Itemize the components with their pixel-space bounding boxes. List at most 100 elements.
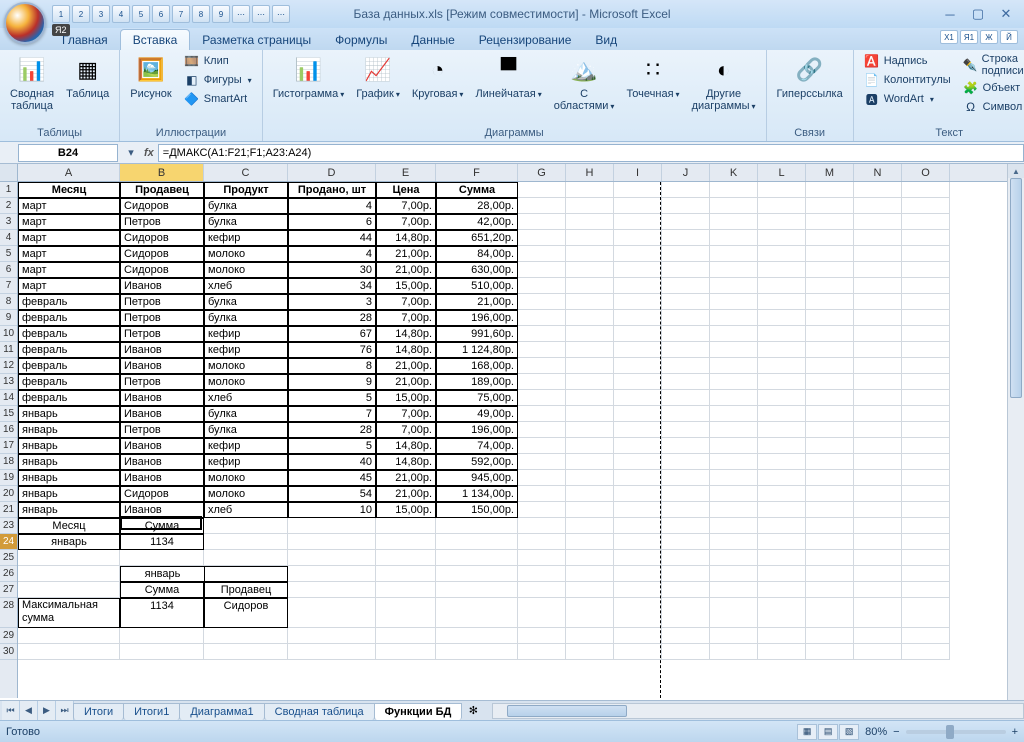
cell-N29[interactable] xyxy=(854,628,902,644)
cell-A28[interactable]: Максимальная сумма xyxy=(18,598,120,628)
cell-B26[interactable]: январь xyxy=(120,566,204,582)
cell-J2[interactable] xyxy=(662,198,710,214)
cell-L2[interactable] xyxy=(758,198,806,214)
cell-B23[interactable]: Сумма xyxy=(120,518,204,534)
cell-J19[interactable] xyxy=(662,470,710,486)
cell-J12[interactable] xyxy=(662,358,710,374)
ribbon-tab-1[interactable]: Вставка xyxy=(120,29,191,50)
cell-A1[interactable]: Месяц xyxy=(18,182,120,198)
cell-L9[interactable] xyxy=(758,310,806,326)
cell-G24[interactable] xyxy=(518,534,566,550)
cell-H11[interactable] xyxy=(566,342,614,358)
cell-C16[interactable]: булка xyxy=(204,422,288,438)
qat-item-6[interactable]: 7 xyxy=(172,5,190,23)
cell-D1[interactable]: Продано, шт xyxy=(288,182,376,198)
cell-K15[interactable] xyxy=(710,406,758,422)
cell-D3[interactable]: 6 xyxy=(288,214,376,230)
row-header-3[interactable]: 3 xyxy=(0,214,17,230)
cell-N24[interactable] xyxy=(854,534,902,550)
cell-D21[interactable]: 10 xyxy=(288,502,376,518)
cell-H23[interactable] xyxy=(566,518,614,534)
cell-G12[interactable] xyxy=(518,358,566,374)
zoom-out-button[interactable]: − xyxy=(893,726,899,738)
cell-N11[interactable] xyxy=(854,342,902,358)
cell-A15[interactable]: январь xyxy=(18,406,120,422)
cell-E12[interactable]: 21,00р. xyxy=(376,358,436,374)
cell-N21[interactable] xyxy=(854,502,902,518)
cell-O28[interactable] xyxy=(902,598,950,628)
cell-B18[interactable]: Иванов xyxy=(120,454,204,470)
cell-O19[interactable] xyxy=(902,470,950,486)
cell-D6[interactable]: 30 xyxy=(288,262,376,278)
cell-A3[interactable]: март xyxy=(18,214,120,230)
col-header-G[interactable]: G xyxy=(518,164,566,181)
cell-K4[interactable] xyxy=(710,230,758,246)
cell-H21[interactable] xyxy=(566,502,614,518)
cell-E30[interactable] xyxy=(376,644,436,660)
cell-I24[interactable] xyxy=(614,534,662,550)
cell-J23[interactable] xyxy=(662,518,710,534)
cell-F17[interactable]: 74,00р. xyxy=(436,438,518,454)
cell-N26[interactable] xyxy=(854,566,902,582)
cell-F24[interactable] xyxy=(436,534,518,550)
cell-B15[interactable]: Иванов xyxy=(120,406,204,422)
cell-G23[interactable] xyxy=(518,518,566,534)
cell-N12[interactable] xyxy=(854,358,902,374)
cell-B20[interactable]: Сидоров xyxy=(120,486,204,502)
cell-E16[interactable]: 7,00р. xyxy=(376,422,436,438)
cell-M18[interactable] xyxy=(806,454,854,470)
cell-J3[interactable] xyxy=(662,214,710,230)
cell-M19[interactable] xyxy=(806,470,854,486)
cell-H17[interactable] xyxy=(566,438,614,454)
cell-L17[interactable] xyxy=(758,438,806,454)
cell-N14[interactable] xyxy=(854,390,902,406)
cell-D29[interactable] xyxy=(288,628,376,644)
wordart-button[interactable]: 🅰WordArt▾ xyxy=(860,90,955,108)
zoom-slider[interactable] xyxy=(906,730,1006,734)
cell-N19[interactable] xyxy=(854,470,902,486)
cell-H7[interactable] xyxy=(566,278,614,294)
cell-E29[interactable] xyxy=(376,628,436,644)
cell-M13[interactable] xyxy=(806,374,854,390)
cell-J13[interactable] xyxy=(662,374,710,390)
cell-E3[interactable]: 7,00р. xyxy=(376,214,436,230)
cell-C27[interactable]: Продавец xyxy=(204,582,288,598)
cell-J14[interactable] xyxy=(662,390,710,406)
qat-item-7[interactable]: 8 xyxy=(192,5,210,23)
normal-view-button[interactable]: ▦ xyxy=(797,724,817,740)
cell-L5[interactable] xyxy=(758,246,806,262)
cell-J9[interactable] xyxy=(662,310,710,326)
cell-K21[interactable] xyxy=(710,502,758,518)
sheet-tab-4[interactable]: Функции БД xyxy=(374,703,463,720)
cell-H16[interactable] xyxy=(566,422,614,438)
cell-B14[interactable]: Иванов xyxy=(120,390,204,406)
cell-J30[interactable] xyxy=(662,644,710,660)
cell-E6[interactable]: 21,00р. xyxy=(376,262,436,278)
cell-G10[interactable] xyxy=(518,326,566,342)
cell-I28[interactable] xyxy=(614,598,662,628)
cell-K24[interactable] xyxy=(710,534,758,550)
cell-M4[interactable] xyxy=(806,230,854,246)
cell-C13[interactable]: молоко xyxy=(204,374,288,390)
cell-I13[interactable] xyxy=(614,374,662,390)
cell-D5[interactable]: 4 xyxy=(288,246,376,262)
cell-K14[interactable] xyxy=(710,390,758,406)
cell-E18[interactable]: 14,80р. xyxy=(376,454,436,470)
cell-C4[interactable]: кефир xyxy=(204,230,288,246)
cell-I11[interactable] xyxy=(614,342,662,358)
cell-F6[interactable]: 630,00р. xyxy=(436,262,518,278)
cell-E2[interactable]: 7,00р. xyxy=(376,198,436,214)
cell-I10[interactable] xyxy=(614,326,662,342)
cell-D12[interactable]: 8 xyxy=(288,358,376,374)
hyperlink-button[interactable]: 🔗 Гиперссылка xyxy=(773,52,847,102)
cell-A12[interactable]: февраль xyxy=(18,358,120,374)
cell-C5[interactable]: молоко xyxy=(204,246,288,262)
cell-D14[interactable]: 5 xyxy=(288,390,376,406)
cell-A24[interactable]: январь xyxy=(18,534,120,550)
cell-J26[interactable] xyxy=(662,566,710,582)
cell-G18[interactable] xyxy=(518,454,566,470)
cell-G7[interactable] xyxy=(518,278,566,294)
cell-E15[interactable]: 7,00р. xyxy=(376,406,436,422)
qat-item-3[interactable]: 4 xyxy=(112,5,130,23)
cell-G2[interactable] xyxy=(518,198,566,214)
